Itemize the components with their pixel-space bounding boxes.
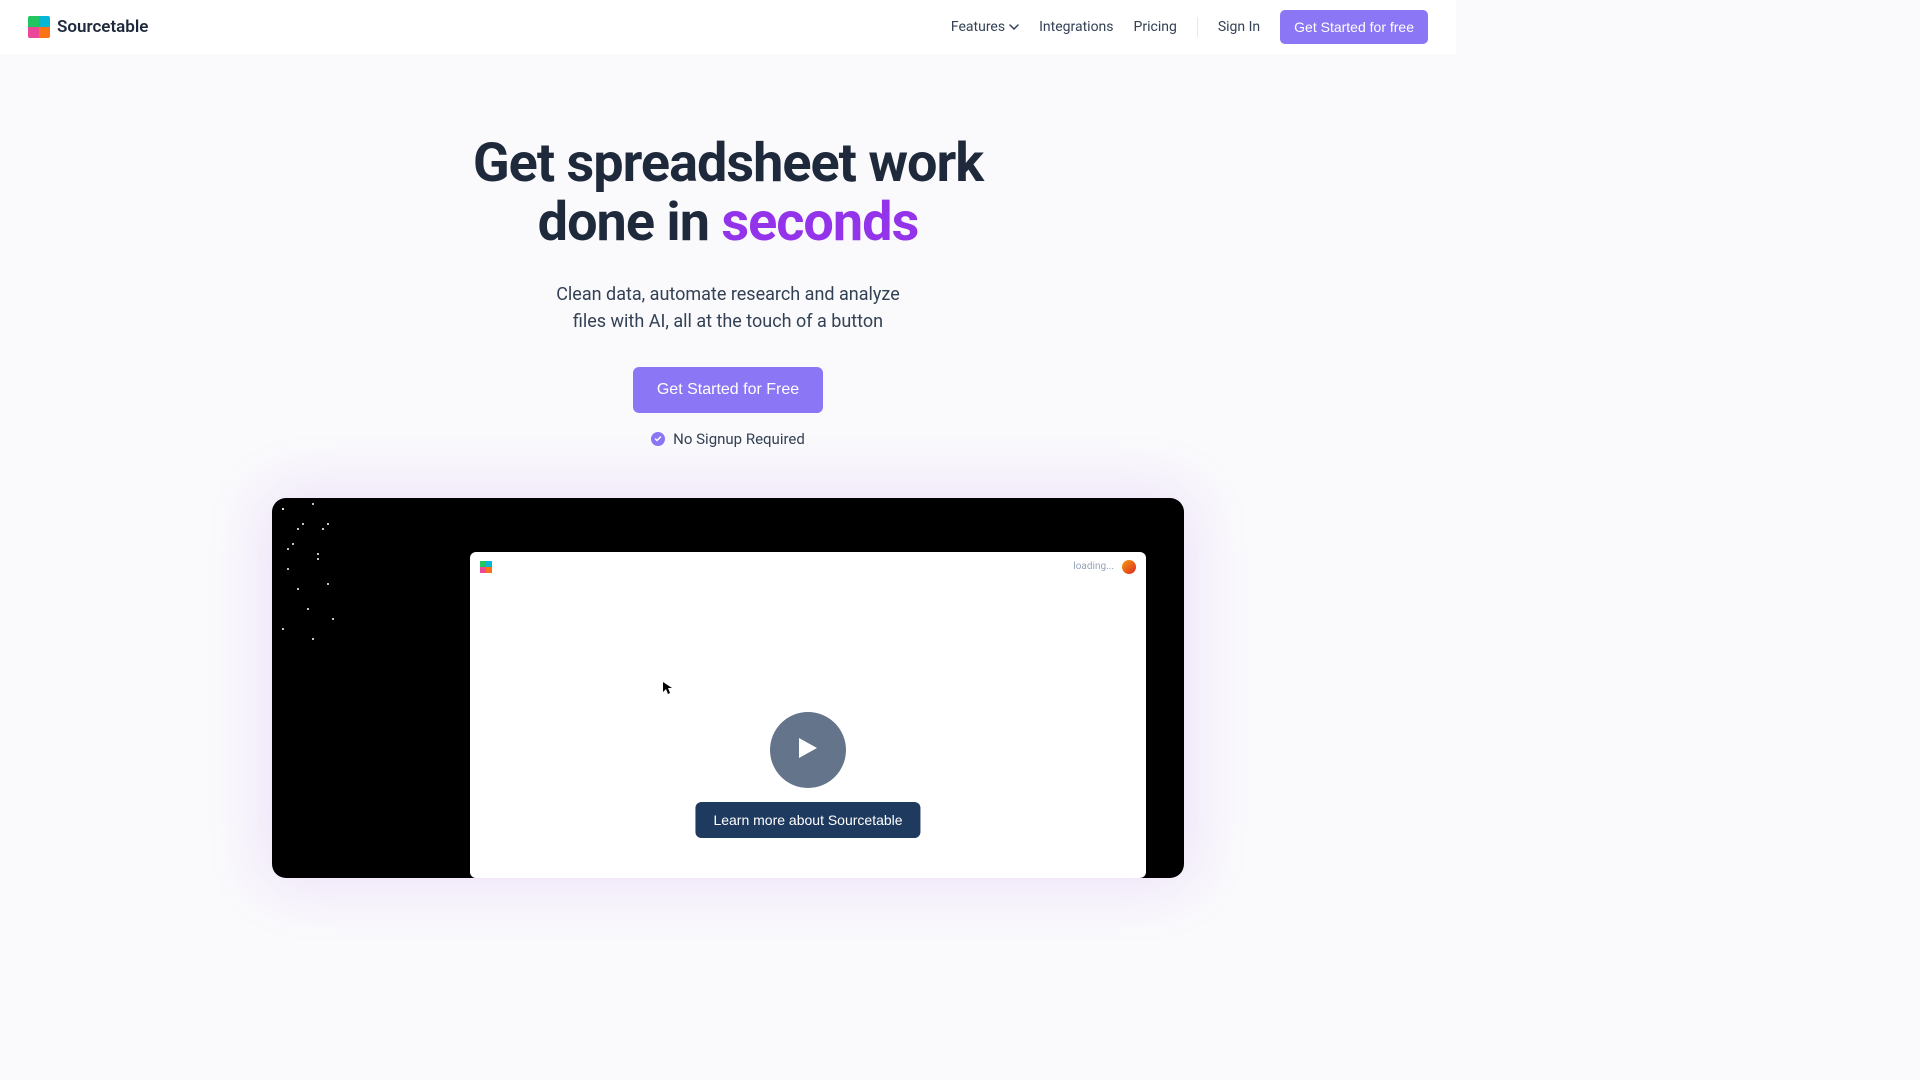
video-container: loading... Learn more about Sourcetable bbox=[272, 498, 1184, 878]
hero-section: Get spreadsheet work done in seconds Cle… bbox=[0, 54, 1456, 448]
chevron-down-icon bbox=[1009, 22, 1019, 32]
brand-logo[interactable]: Sourcetable bbox=[28, 16, 148, 38]
nav-cta-button[interactable]: Get Started for free bbox=[1280, 10, 1428, 44]
video-app-header: loading... bbox=[470, 556, 1146, 578]
decorative-stars-right bbox=[390, 552, 470, 652]
nav-features[interactable]: Features bbox=[951, 19, 1019, 35]
user-avatar-icon bbox=[1122, 560, 1136, 574]
logo-icon bbox=[28, 16, 50, 38]
no-signup-text: No Signup Required bbox=[673, 430, 805, 448]
nav-signin[interactable]: Sign In bbox=[1218, 19, 1260, 35]
hero-title-line1: Get spreadsheet work bbox=[473, 132, 983, 195]
hero-subtitle-line2: files with AI, all at the touch of a but… bbox=[573, 311, 883, 332]
play-button[interactable] bbox=[770, 712, 846, 788]
hero-cta-button[interactable]: Get Started for Free bbox=[633, 367, 823, 413]
check-circle-icon bbox=[651, 432, 665, 446]
hero-title-line2-prefix: done in bbox=[538, 191, 722, 254]
nav-integrations-label: Integrations bbox=[1039, 19, 1113, 35]
nav-divider bbox=[1197, 17, 1198, 37]
video-player-frame: loading... Learn more about Sourcetable bbox=[470, 552, 1146, 878]
nav-pricing[interactable]: Pricing bbox=[1134, 19, 1177, 35]
hero-subtitle-line1: Clean data, automate research and analyz… bbox=[556, 284, 900, 305]
learn-more-button[interactable]: Learn more about Sourcetable bbox=[695, 802, 920, 838]
nav-features-label: Features bbox=[951, 19, 1005, 35]
hero-title-highlight: seconds bbox=[721, 191, 918, 254]
nav-pricing-label: Pricing bbox=[1134, 19, 1177, 35]
video-header-right: loading... bbox=[1073, 560, 1136, 574]
loading-status: loading... bbox=[1073, 561, 1114, 572]
hero-title: Get spreadsheet work done in seconds bbox=[473, 134, 983, 253]
no-signup-badge: No Signup Required bbox=[651, 430, 805, 448]
brand-name: Sourcetable bbox=[57, 17, 148, 37]
main-navigation: Features Integrations Pricing Sign In Ge… bbox=[951, 10, 1428, 44]
hero-subtitle: Clean data, automate research and analyz… bbox=[556, 281, 900, 335]
video-logo-icon bbox=[480, 561, 492, 573]
play-icon bbox=[797, 736, 819, 764]
decorative-stars-left bbox=[310, 552, 390, 752]
nav-signin-label: Sign In bbox=[1218, 19, 1260, 35]
video-section: loading... Learn more about Sourcetable bbox=[0, 498, 1456, 878]
cursor-icon bbox=[662, 680, 674, 699]
nav-integrations[interactable]: Integrations bbox=[1039, 19, 1113, 35]
site-header: Sourcetable Features Integrations Pricin… bbox=[0, 0, 1456, 54]
